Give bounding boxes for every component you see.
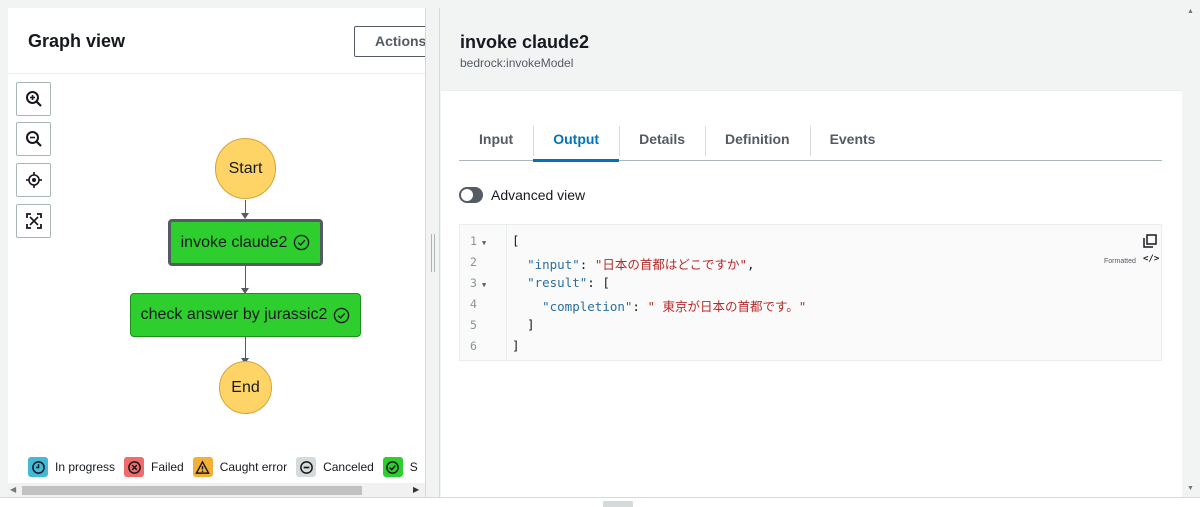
fit-icon	[25, 213, 42, 229]
edge-check-end	[245, 337, 246, 360]
legend-caught-error: Caught error	[192, 457, 288, 477]
node-end-label: End	[231, 378, 260, 396]
line-number: 1 ▼	[470, 234, 487, 248]
node-check-label: check answer by jurassic2	[140, 306, 328, 323]
legend-label: Canceled	[323, 460, 374, 474]
panel-resize-handle[interactable]	[426, 8, 440, 497]
zoom-out-button[interactable]	[16, 122, 51, 156]
minus-circle-icon	[296, 457, 317, 477]
actions-button[interactable]: Actions	[354, 26, 425, 57]
scrollbar-thumb[interactable]	[22, 486, 362, 495]
fold-arrow-icon[interactable]: ▼	[482, 239, 486, 247]
copy-icon[interactable]	[1143, 234, 1157, 248]
line-number: 6	[470, 339, 477, 353]
code-line: "result": [	[527, 275, 610, 290]
step-title: invoke claude2	[460, 32, 590, 52]
graph-view-title: Graph view	[28, 31, 126, 51]
legend-in-progress: In progress	[28, 457, 115, 477]
warning-icon	[192, 457, 213, 477]
legend-label: Failed	[151, 460, 184, 474]
node-end[interactable]: End	[219, 361, 272, 414]
legend-failed: Failed	[124, 457, 184, 477]
legend-label: In progress	[55, 460, 116, 474]
code-format-icon[interactable]: </>	[1143, 254, 1159, 264]
code-line: ]	[512, 317, 535, 332]
vertical-scrollbar[interactable]: ▲ ▼	[1182, 8, 1200, 497]
line-number-gutter: 1 ▼ 2 3 ▼ 4 5 6	[460, 225, 507, 360]
scroll-down-icon[interactable]: ▼	[1187, 485, 1194, 492]
code-line: ]	[512, 338, 520, 353]
node-check-answer[interactable]: check answer by jurassic2	[130, 293, 361, 337]
fold-arrow-icon[interactable]: ▼	[482, 281, 486, 289]
tab-input[interactable]: Input	[459, 116, 533, 161]
step-details-panel: invoke claude2 bedrock:invokeModel Input…	[441, 8, 1182, 497]
step-functions-execution-view: Graph view Actions Start invoke claude2	[0, 0, 1200, 507]
grip-icon	[603, 501, 633, 507]
line-number: 3 ▼	[470, 276, 487, 290]
grip-icon	[431, 234, 435, 272]
horizontal-scrollbar[interactable]: ◀ ▶	[8, 483, 425, 497]
graph-view-panel: Graph view Actions Start invoke claude2	[8, 8, 426, 497]
clock-icon	[28, 457, 48, 477]
line-number: 2	[470, 255, 477, 269]
advanced-view-toggle[interactable]	[459, 187, 483, 203]
code-line: "input": "日本の首都はどこですか",	[527, 257, 755, 272]
check-circle-icon	[334, 307, 350, 323]
zoom-in-button[interactable]	[16, 82, 51, 116]
step-resource: bedrock:invokeModel	[460, 56, 574, 70]
line-number: 5	[470, 318, 477, 332]
x-circle-icon	[124, 457, 145, 477]
graph-view-header: Graph view Actions	[8, 8, 425, 74]
check-circle-icon	[294, 234, 310, 251]
scroll-up-icon[interactable]: ▲	[1187, 8, 1194, 15]
details-tabs: Input Output Details Definition Events	[459, 116, 1162, 162]
legend-label: S	[409, 460, 418, 474]
zoom-in-icon	[25, 91, 42, 107]
edge-invoke-check	[245, 266, 246, 289]
advanced-view-label: Advanced view	[491, 187, 586, 203]
node-start[interactable]: Start	[215, 138, 276, 199]
bottom-resize-bar[interactable]	[0, 497, 1200, 507]
formatted-label: Formatted	[1104, 258, 1136, 265]
code-line: [	[512, 233, 520, 248]
scroll-right-icon[interactable]: ▶	[413, 485, 419, 494]
zoom-out-icon	[25, 131, 42, 147]
status-legend: In progress Failed Caught error Canceled	[8, 454, 425, 480]
legend-succeeded: S	[382, 457, 418, 477]
advanced-view-toggle-row: Advanced view	[459, 187, 585, 203]
tab-details[interactable]: Details	[619, 116, 705, 161]
fit-button[interactable]	[16, 204, 51, 238]
legend-canceled: Canceled	[296, 457, 374, 477]
legend-label: Caught error	[219, 460, 288, 474]
edge-start-invoke	[245, 200, 246, 214]
tab-events[interactable]: Events	[809, 116, 896, 161]
center-icon	[25, 172, 42, 188]
center-button[interactable]	[16, 163, 51, 197]
output-code-viewer: 1 ▼ 2 3 ▼ 4 5 6 [ "input": "日本の首都はどこですか", …	[459, 224, 1162, 361]
step-details-header: invoke claude2 bedrock:invokeModel	[441, 8, 1182, 91]
tab-definition[interactable]: Definition	[705, 116, 810, 161]
check-circle-icon	[382, 457, 403, 477]
node-invoke-label: invoke claude2	[180, 233, 288, 251]
line-number: 4	[470, 297, 477, 311]
node-invoke-claude2[interactable]: invoke claude2	[168, 219, 323, 266]
tab-output[interactable]: Output	[533, 116, 619, 162]
scroll-left-icon[interactable]: ◀	[10, 485, 16, 494]
code-line: "completion": " 東京が日本の首都です。"	[542, 299, 807, 314]
node-start-label: Start	[228, 159, 263, 177]
